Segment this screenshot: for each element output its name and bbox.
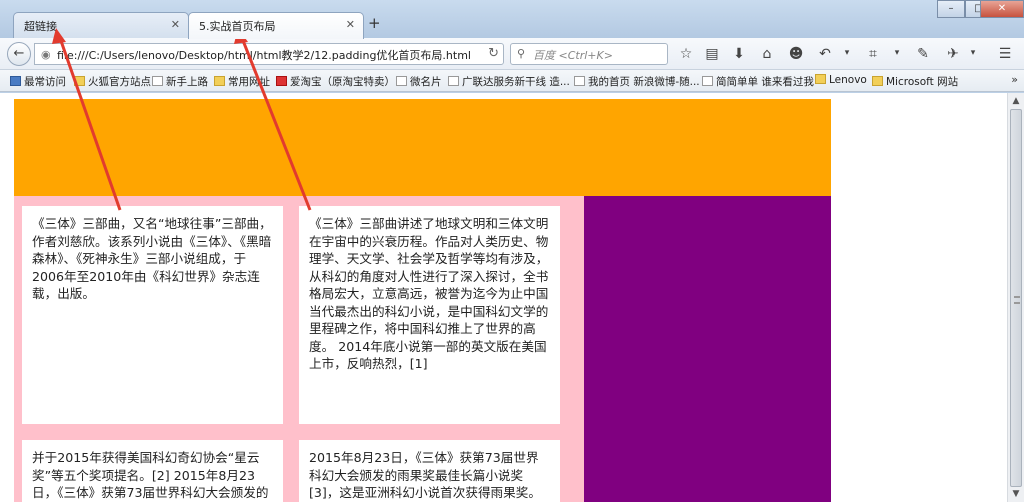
- search-input[interactable]: ⚲ 百度 <Ctrl+K>: [510, 43, 668, 65]
- menu-icon[interactable]: ☰: [996, 46, 1014, 62]
- chevron-down-icon[interactable]: ▾: [888, 48, 906, 58]
- navigation-bar: ← ◉ file:///C:/Users/lenovo/Desktop/html…: [0, 38, 1024, 70]
- bookmark-item[interactable]: 我的首页 新浪微博-随...: [574, 74, 700, 89]
- tab-label: 5.实战首页布局: [199, 20, 276, 33]
- title-bar: 超链接 ✕ 5.实战首页布局 ✕ + – □ ✕: [0, 0, 1024, 39]
- tab-hyperlink[interactable]: 超链接 ✕: [13, 12, 189, 38]
- bookmark-item[interactable]: Lenovo: [815, 74, 867, 86]
- text-card: 《三体》三部曲讲述了地球文明和三体文明在宇宙中的兴衰历程。作品对人类历史、物理学…: [299, 206, 560, 424]
- bookmark-item[interactable]: 广联达服务新干线 造...: [448, 74, 570, 89]
- bookmarks-bar: 最常访问 火狐官方站点 新手上路 常用网址 爱淘宝（原淘宝特卖） 微名片 广联达…: [0, 70, 1024, 92]
- vertical-scrollbar[interactable]: ▲ ▼: [1007, 93, 1024, 502]
- grip-icon: [1014, 296, 1020, 304]
- home-icon[interactable]: ⌂: [758, 46, 776, 62]
- bookmark-item[interactable]: 爱淘宝（原淘宝特卖）: [276, 74, 395, 89]
- sidebar-block: [584, 196, 831, 502]
- bookmark-item[interactable]: 火狐官方站点: [74, 74, 151, 89]
- text-card: 《三体》三部曲，又名“地球往事”三部曲，作者刘慈欣。该系列小说由《三体》、《黑暗…: [22, 206, 283, 424]
- bookmark-item[interactable]: 常用网址: [214, 74, 270, 89]
- undo-icon[interactable]: ↶: [816, 46, 834, 62]
- bookmark-item[interactable]: Microsoft 网站: [872, 74, 958, 89]
- close-icon[interactable]: ✕: [346, 18, 355, 31]
- folder-icon: [214, 76, 225, 86]
- folder-icon: [815, 74, 826, 84]
- page-icon: [574, 76, 585, 86]
- folder-icon: [872, 76, 883, 86]
- page-viewport: 《三体》三部曲，又名“地球往事”三部曲，作者刘慈欣。该系列小说由《三体》、《黑暗…: [0, 93, 1024, 502]
- globe-icon: ◉: [41, 48, 51, 61]
- text-card: 并于2015年获得美国科幻奇幻协会“星云奖”等五个奖项提名。[2] 2015年8…: [22, 440, 283, 502]
- url-text: file:///C:/Users/lenovo/Desktop/html/htm…: [57, 49, 471, 62]
- header-block: [14, 99, 831, 196]
- close-window-button[interactable]: ✕: [980, 0, 1024, 18]
- scroll-up-icon[interactable]: ▲: [1008, 93, 1024, 109]
- page-icon: [396, 76, 407, 86]
- chevron-down-icon[interactable]: ▾: [964, 48, 982, 58]
- scrollbar-thumb[interactable]: [1010, 109, 1022, 487]
- minimize-button[interactable]: –: [937, 0, 965, 18]
- comment-icon[interactable]: ✎: [914, 46, 932, 62]
- crop-icon[interactable]: ⌗: [864, 46, 882, 62]
- new-tab-button[interactable]: +: [368, 14, 381, 32]
- bookmark-item[interactable]: 微名片: [396, 74, 442, 89]
- bookmark-item[interactable]: 简简单单 谁来看过我: [702, 74, 814, 89]
- text-card: 2015年8月23日，《三体》获第73届世界科幻大会颁发的雨果奖最佳长篇小说奖[…: [299, 440, 560, 502]
- reader-icon[interactable]: ▤: [703, 46, 721, 62]
- url-bar[interactable]: ◉ file:///C:/Users/lenovo/Desktop/html/h…: [34, 43, 504, 65]
- reload-icon[interactable]: ↻: [488, 46, 499, 61]
- scroll-down-icon[interactable]: ▼: [1008, 486, 1024, 502]
- bookmark-item[interactable]: 最常访问: [10, 74, 66, 89]
- page-icon: [702, 76, 713, 86]
- page-icon: [448, 76, 459, 86]
- back-button[interactable]: ←: [7, 42, 31, 66]
- close-icon[interactable]: ✕: [171, 18, 180, 31]
- bookmark-icon: [10, 76, 21, 86]
- tab-label: 超链接: [24, 20, 57, 33]
- chevron-down-icon[interactable]: ▾: [838, 48, 856, 58]
- chat-icon[interactable]: ☻: [787, 46, 805, 62]
- tools-icon[interactable]: ✈: [944, 46, 962, 62]
- page-icon: [152, 76, 163, 86]
- tab-homepage-layout[interactable]: 5.实战首页布局 ✕: [188, 12, 364, 39]
- search-icon: ⚲: [517, 47, 526, 60]
- bookmark-item[interactable]: 新手上路: [152, 74, 208, 89]
- search-placeholder: 百度 <Ctrl+K>: [533, 49, 613, 62]
- more-bookmarks-icon[interactable]: »: [1011, 73, 1018, 86]
- folder-icon: [74, 76, 85, 86]
- download-icon[interactable]: ⬇: [730, 46, 748, 62]
- star-icon[interactable]: ☆: [677, 46, 695, 62]
- taobao-icon: [276, 76, 287, 86]
